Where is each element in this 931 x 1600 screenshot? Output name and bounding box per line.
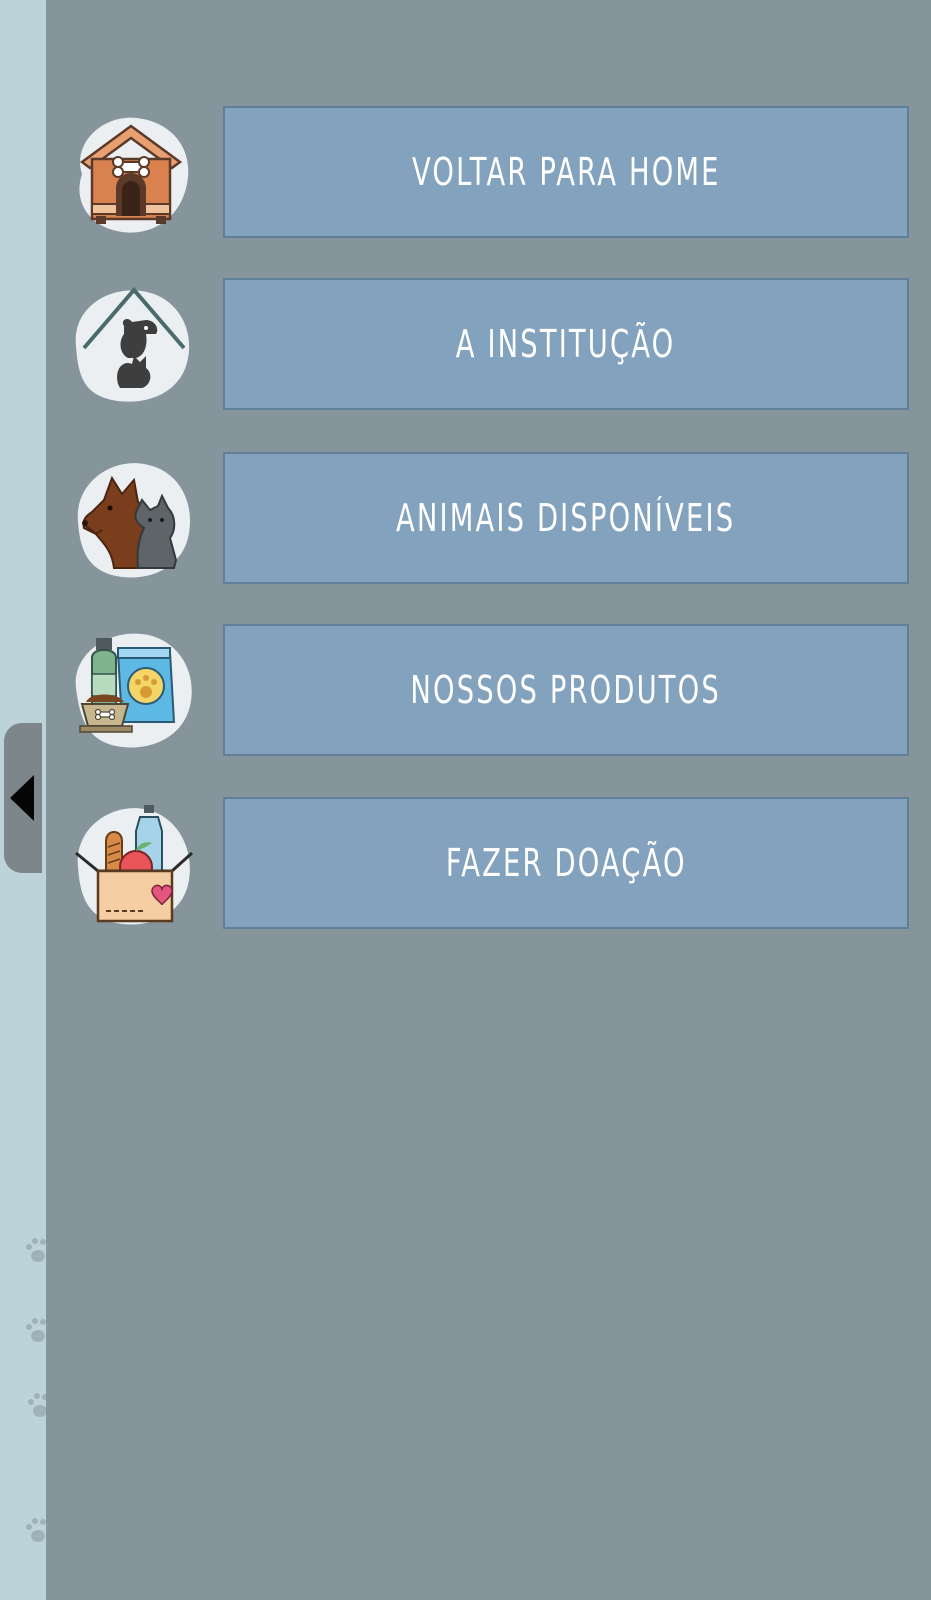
menu-item-donation: FAZER DOAÇÃO xyxy=(46,797,931,933)
doghouse-icon xyxy=(62,104,200,242)
animals-button[interactable]: ANIMAIS DISPONÍVEIS xyxy=(223,452,909,584)
donation-button-label: FAZER DOAÇÃO xyxy=(445,841,687,885)
products-button-label: NOSSOS PRODUTOS xyxy=(410,668,722,712)
menu-item-animals: ANIMAIS DISPONÍVEIS xyxy=(46,452,931,588)
animals-button-label: ANIMAIS DISPONÍVEIS xyxy=(396,496,736,540)
menu-item-home: VOLTAR PARA HOME xyxy=(46,106,931,242)
home-button-label: VOLTAR PARA HOME xyxy=(411,150,721,194)
drawer-toggle-handle[interactable] xyxy=(4,723,42,873)
dog-cat-icon xyxy=(62,450,200,588)
products-button[interactable]: NOSSOS PRODUTOS xyxy=(223,624,909,756)
menu-item-institution: A INSTITUÇÃO xyxy=(46,278,931,414)
menu-item-products: NOSSOS PRODUTOS xyxy=(46,624,931,760)
home-button[interactable]: VOLTAR PARA HOME xyxy=(223,106,909,238)
donation-button[interactable]: FAZER DOAÇÃO xyxy=(223,797,909,929)
pet-products-icon xyxy=(62,622,200,760)
app-screen: VOLTAR PARA HOME A INSTITUÇÃO ANIMAIS DI… xyxy=(0,0,931,1600)
institution-button-label: A INSTITUÇÃO xyxy=(456,322,676,366)
shelter-pets-icon xyxy=(62,276,200,414)
institution-button[interactable]: A INSTITUÇÃO xyxy=(223,278,909,410)
donation-box-icon xyxy=(62,795,200,933)
triangle-left-icon xyxy=(10,775,34,821)
